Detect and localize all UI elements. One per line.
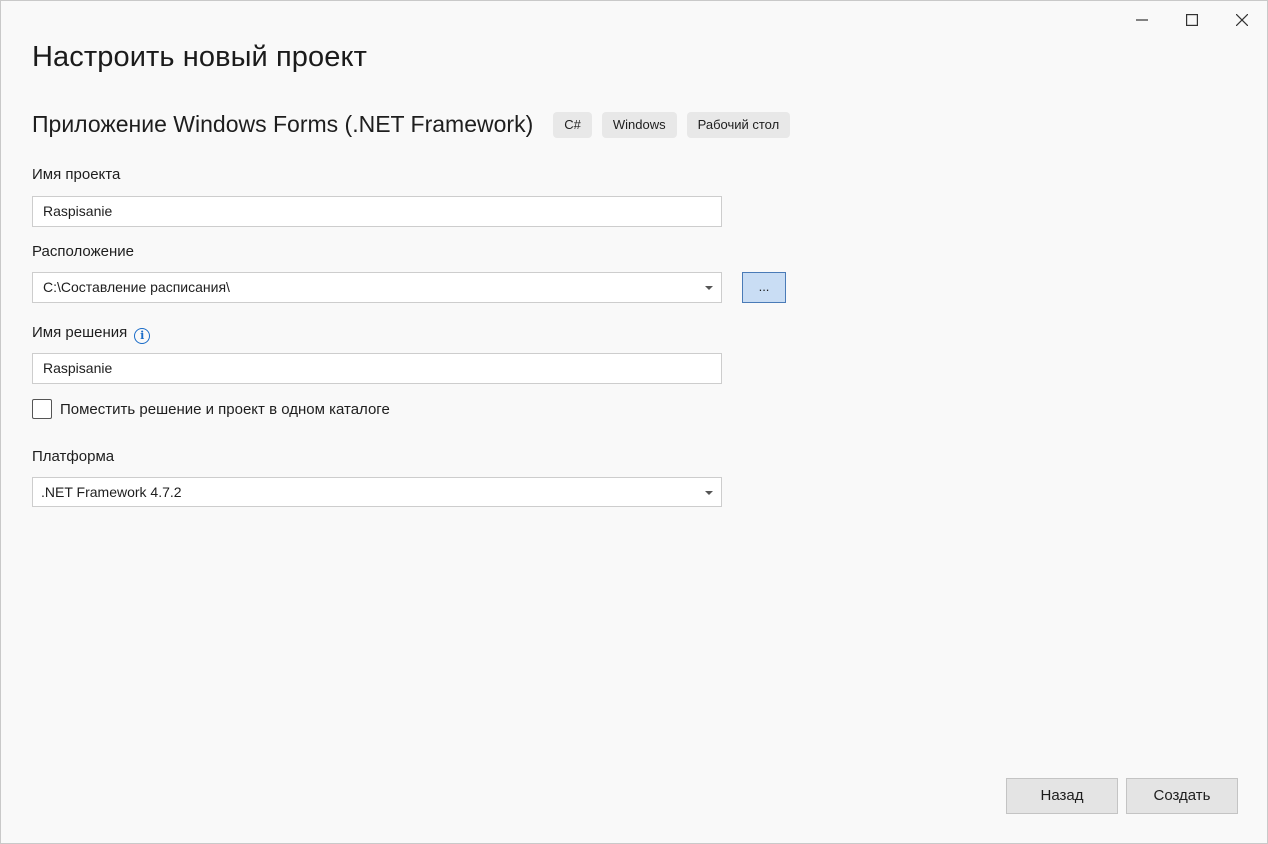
chevron-down-icon[interactable] [705,286,713,290]
solution-name-label: Имя решения [32,324,128,341]
template-header: Приложение Windows Forms (.NET Framework… [32,111,800,138]
minimize-icon [1136,19,1148,21]
solution-name-label-row: Имя решения i [32,324,151,344]
location-value: C:\Составление расписания\ [43,279,230,295]
minimize-button[interactable] [1117,1,1167,39]
chevron-down-icon[interactable] [705,491,713,495]
location-label: Расположение [32,243,134,260]
project-name-label: Имя проекта [32,166,121,183]
framework-value: .NET Framework 4.7.2 [41,484,182,500]
back-button[interactable]: Назад [1006,778,1118,814]
maximize-icon [1186,14,1198,26]
same-directory-option[interactable]: Поместить решение и проект в одном катал… [32,399,390,419]
info-icon[interactable]: i [134,327,151,344]
close-icon [1236,14,1248,26]
tag-language: C# [553,111,592,138]
tag-platform: Windows [601,111,677,138]
close-button[interactable] [1217,1,1267,39]
browse-button[interactable]: ... [742,272,786,303]
framework-label: Платформа [32,448,115,465]
create-button[interactable]: Создать [1126,778,1238,814]
window-controls [1117,1,1267,39]
tag-project-type: Рабочий стол [686,111,791,138]
same-directory-checkbox[interactable] [32,399,52,419]
dialog-window: Настроить новый проект Приложение Window… [0,0,1268,844]
maximize-button[interactable] [1167,1,1217,39]
template-name: Приложение Windows Forms (.NET Framework… [32,111,534,137]
location-combobox[interactable]: C:\Составление расписания\ [32,272,722,303]
page-title: Настроить новый проект [32,41,367,73]
solution-name-input[interactable]: Raspisanie [32,353,722,384]
project-name-input[interactable]: Raspisanie [32,196,722,227]
same-directory-label[interactable]: Поместить решение и проект в одном катал… [60,401,390,418]
framework-combobox[interactable]: .NET Framework 4.7.2 [32,477,722,507]
